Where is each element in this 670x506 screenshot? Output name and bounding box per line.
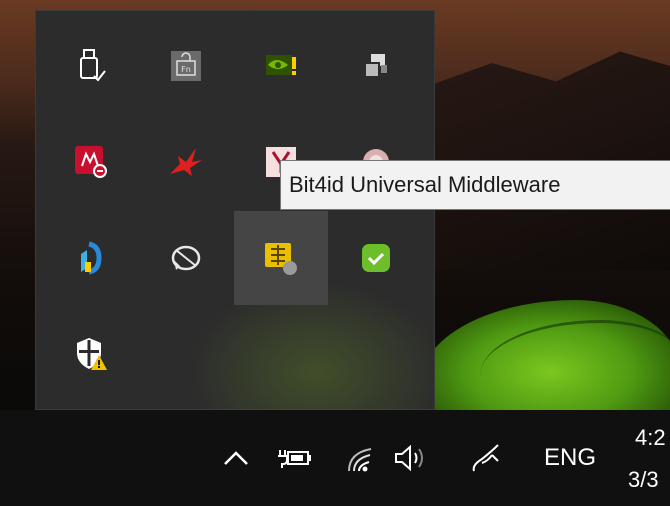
check-shield-icon[interactable] [329, 211, 423, 305]
pen-icon [472, 444, 499, 472]
mcafee-icon[interactable] [44, 115, 138, 209]
nvidia-icon[interactable] [234, 19, 328, 113]
svg-text:Fn: Fn [181, 65, 191, 74]
realtek-audio-icon[interactable] [139, 211, 233, 305]
network-button[interactable] [336, 410, 384, 506]
dell-icon[interactable] [44, 211, 138, 305]
taskbar: ENG [0, 410, 670, 506]
tooltip-text: Bit4id Universal Middleware [289, 172, 561, 197]
language-label: ENG [543, 444, 596, 471]
battery-plug-icon [278, 450, 311, 468]
show-hidden-icons-button[interactable] [212, 410, 260, 506]
windows-security-warning-icon[interactable] [44, 307, 138, 401]
clock-time[interactable]: 4:2 [635, 425, 666, 451]
bird-app-icon[interactable] [139, 115, 233, 209]
function-key-icon[interactable]: Fn [139, 19, 233, 113]
display-switch-icon[interactable] [329, 19, 423, 113]
smartcard-middleware-icon[interactable] [234, 211, 328, 305]
battery-power-button[interactable] [270, 410, 318, 506]
speaker-icon [395, 444, 423, 472]
chevron-up-icon [224, 451, 248, 465]
clock-date[interactable]: 3/3 [628, 467, 659, 493]
system-tray-overflow-flyout: Fn [35, 10, 446, 411]
input-language-button[interactable]: ENG [530, 410, 610, 506]
wifi-icon [348, 448, 372, 472]
usb-safely-remove-icon[interactable] [44, 19, 138, 113]
pen-workspace-button[interactable] [462, 410, 510, 506]
volume-button[interactable] [388, 410, 436, 506]
tray-icon-tooltip: Bit4id Universal Middleware [280, 160, 670, 210]
